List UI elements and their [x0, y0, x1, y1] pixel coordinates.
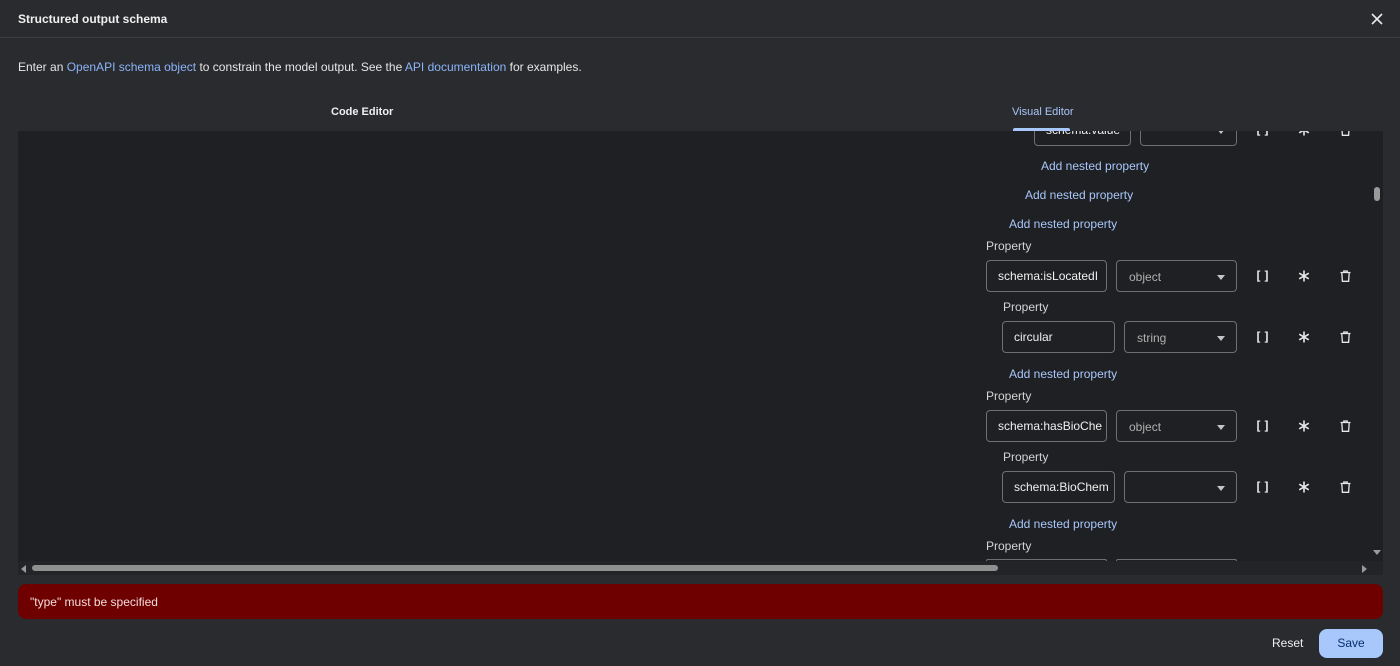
delete-property-button[interactable]: [1335, 131, 1355, 140]
intro-prefix: Enter an: [18, 60, 67, 74]
required-toggle-button[interactable]: [1294, 416, 1314, 436]
intro-suffix: for examples.: [506, 60, 582, 74]
array-toggle-button[interactable]: []: [1253, 131, 1273, 140]
required-asterisk-icon: [1298, 420, 1310, 432]
editor-area: schema:value [] Add nested property Add …: [18, 131, 1383, 575]
add-nested-property-link[interactable]: Add nested property: [1009, 367, 1117, 381]
property-type-value: string: [1137, 331, 1167, 345]
chevron-down-icon: [1217, 275, 1225, 280]
delete-property-button[interactable]: [1335, 477, 1355, 497]
property-label: Property: [1003, 300, 1049, 314]
array-toggle-button[interactable]: []: [1253, 266, 1273, 286]
chevron-down-icon: [1217, 336, 1225, 341]
property-label: Property: [986, 389, 1032, 403]
delete-icon: [1340, 481, 1350, 493]
property-name-input[interactable]: schema:isLocatedI: [986, 260, 1107, 292]
required-toggle-button[interactable]: [1294, 131, 1314, 140]
chevron-down-icon: [1217, 486, 1225, 491]
property-type-value: object: [1129, 270, 1162, 284]
required-asterisk-icon: [1298, 331, 1310, 343]
add-nested-property-link[interactable]: Add nested property: [1009, 517, 1117, 531]
horizontal-scrollbar-thumb[interactable]: [32, 565, 998, 571]
scroll-right-arrow-icon[interactable]: [1362, 565, 1367, 573]
property-name-input[interactable]: schema:BioChem: [1002, 471, 1115, 503]
add-nested-property-link[interactable]: Add nested property: [1041, 159, 1149, 173]
property-type-select[interactable]: [1140, 131, 1237, 146]
add-nested-property-link[interactable]: Add nested property: [1025, 188, 1133, 202]
array-brackets-icon: []: [1254, 330, 1272, 344]
close-button[interactable]: [1366, 8, 1388, 30]
tab-visual-editor[interactable]: Visual Editor: [1012, 106, 1074, 118]
chevron-down-icon: [1217, 131, 1225, 134]
delete-icon: [1340, 270, 1350, 282]
property-name-input[interactable]: schema:hasBioChe: [986, 410, 1107, 442]
property-type-value: object: [1129, 420, 1162, 434]
required-asterisk-icon: [1298, 481, 1310, 493]
scroll-down-arrow-icon[interactable]: [1373, 550, 1381, 555]
reset-button[interactable]: Reset: [1262, 636, 1313, 650]
property-label: Property: [986, 239, 1032, 253]
required-toggle-button[interactable]: [1294, 327, 1314, 347]
save-button[interactable]: Save: [1319, 629, 1383, 658]
intro-middle: to constrain the model output. See the: [196, 60, 405, 74]
property-label: Property: [1003, 450, 1049, 464]
chevron-down-icon: [1217, 425, 1225, 430]
required-toggle-button[interactable]: [1294, 266, 1314, 286]
property-type-select[interactable]: [1124, 471, 1237, 503]
array-brackets-icon: []: [1254, 419, 1272, 433]
required-toggle-button[interactable]: [1294, 477, 1314, 497]
array-brackets-icon: []: [1254, 269, 1272, 283]
vertical-scrollbar-thumb[interactable]: [1374, 187, 1380, 201]
scroll-left-arrow-icon[interactable]: [21, 565, 26, 573]
array-toggle-button[interactable]: []: [1253, 477, 1273, 497]
openapi-schema-link[interactable]: OpenAPI schema object: [67, 60, 196, 74]
delete-property-button[interactable]: [1335, 327, 1355, 347]
property-name-input[interactable]: circular: [1002, 321, 1115, 353]
array-toggle-button[interactable]: []: [1253, 416, 1273, 436]
array-brackets-icon: []: [1255, 131, 1271, 137]
array-toggle-button[interactable]: []: [1253, 327, 1273, 347]
horizontal-scrollbar[interactable]: [18, 561, 1383, 575]
dialog-title: Structured output schema: [18, 12, 168, 26]
array-brackets-icon: []: [1254, 480, 1272, 494]
tab-code-editor[interactable]: Code Editor: [331, 106, 393, 118]
property-type-select[interactable]: object: [1116, 260, 1237, 292]
structured-output-dialog: Structured output schema Enter an OpenAP…: [0, 0, 1400, 666]
delete-icon: [1340, 420, 1350, 432]
property-label: Property: [986, 539, 1032, 553]
property-name-input[interactable]: schema:value: [1034, 131, 1131, 146]
error-banner: "type" must be specified: [18, 584, 1383, 619]
delete-property-button[interactable]: [1335, 416, 1355, 436]
property-type-select[interactable]: string: [1124, 321, 1237, 353]
close-icon: [1371, 13, 1383, 25]
property-type-select[interactable]: object: [1116, 410, 1237, 442]
required-asterisk-icon: [1298, 270, 1310, 282]
code-editor-pane[interactable]: [18, 131, 978, 561]
add-nested-property-link[interactable]: Add nested property: [1009, 217, 1117, 231]
delete-property-button[interactable]: [1335, 266, 1355, 286]
api-documentation-link[interactable]: API documentation: [405, 60, 506, 74]
dialog-intro: Enter an OpenAPI schema object to constr…: [18, 60, 582, 74]
delete-icon: [1340, 131, 1350, 136]
dialog-header: Structured output schema: [0, 0, 1400, 38]
required-asterisk-icon: [1298, 131, 1310, 136]
delete-icon: [1340, 331, 1350, 343]
